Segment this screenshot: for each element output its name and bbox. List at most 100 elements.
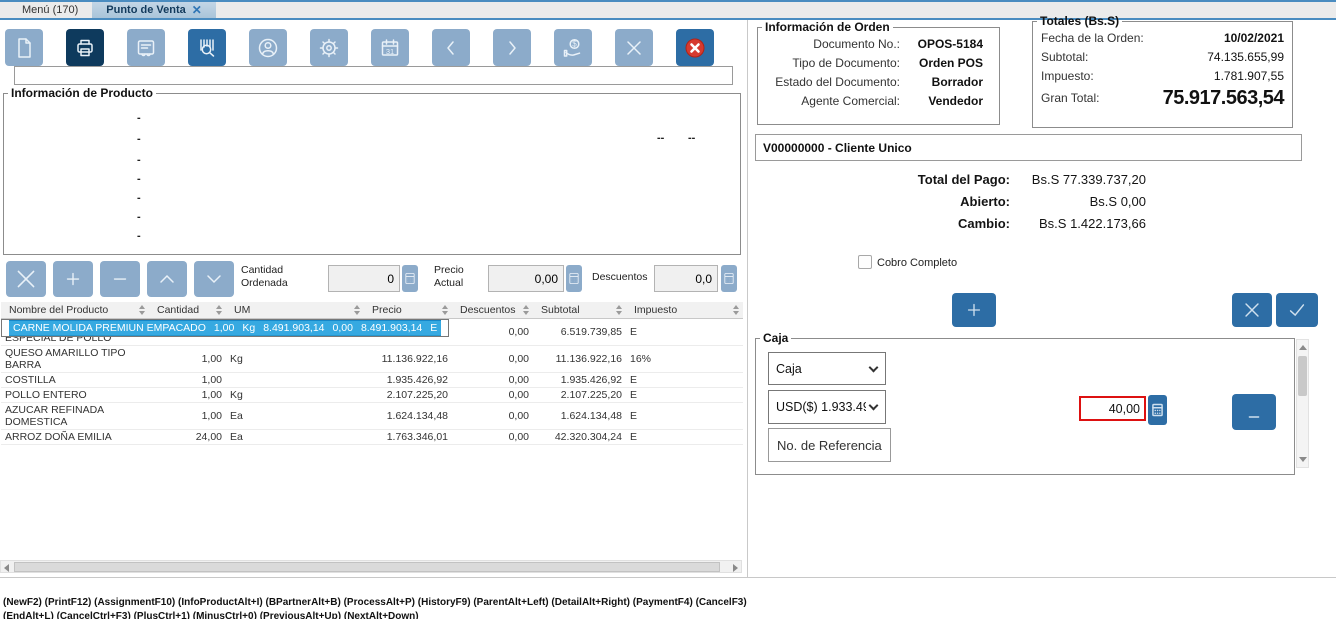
barcode-search-button[interactable] <box>188 29 226 66</box>
header-subtotal[interactable]: Subtotal <box>533 302 626 319</box>
calendar-button[interactable]: 31 <box>371 29 409 66</box>
move-up-button[interactable] <box>147 261 187 297</box>
payments-vertical-scrollbar[interactable] <box>1296 339 1309 468</box>
business-partner-icon <box>258 38 278 57</box>
chevron-up-icon <box>160 274 174 283</box>
qty-calculator-button[interactable] <box>402 265 418 292</box>
confirm-payment-button[interactable] <box>1276 293 1318 327</box>
statusbar-divider <box>0 577 1336 578</box>
cancel-button[interactable] <box>615 29 653 66</box>
totals-legend: Totales (Bs.S) <box>1040 14 1120 28</box>
payment-change-value: Bs.S 1.422.173,66 <box>1039 216 1146 231</box>
current-price-input[interactable] <box>488 265 564 292</box>
customer-input[interactable] <box>755 134 1302 161</box>
svg-text:$: $ <box>572 39 577 48</box>
scroll-left-arrow-icon[interactable] <box>4 564 9 572</box>
caja-legend: Caja <box>763 331 789 345</box>
product-search-input[interactable] <box>14 66 733 85</box>
reference-number-input[interactable] <box>768 428 891 462</box>
settings-gear-icon <box>319 38 339 57</box>
price-calculator-button[interactable] <box>566 265 582 292</box>
product-info-dash: - <box>137 133 141 145</box>
check-icon <box>1289 304 1305 317</box>
full-payment-label: Cobro Completo <box>877 257 958 269</box>
previous-button[interactable] <box>432 29 470 66</box>
product-info-dash: - <box>137 211 141 223</box>
add-payment-button[interactable] <box>952 293 996 327</box>
payment-total-label: Total del Pago: <box>917 172 1010 187</box>
doc-type-value: Orden POS <box>918 55 983 70</box>
table-row[interactable]: COSTILLA 1,00 1.935.426,92 0,00 1.935.426,9… <box>1 372 743 388</box>
delete-line-button[interactable] <box>6 261 46 297</box>
barcode-search-icon <box>200 38 215 57</box>
payment-amount-input[interactable] <box>1079 396 1146 421</box>
current-price-label: Precio Actual <box>434 264 464 289</box>
scroll-down-arrow-icon[interactable] <box>1299 457 1307 462</box>
next-button[interactable] <box>493 29 531 66</box>
tax-value: 1.781.907,55 <box>1213 68 1284 83</box>
grand-total-label: Gran Total: <box>1041 91 1100 105</box>
subtotal-value: 74.135.655,99 <box>1207 49 1284 64</box>
calculator-icon <box>724 273 734 284</box>
tab-menu[interactable]: Menú (170) <box>8 2 92 18</box>
table-horizontal-scrollbar[interactable] <box>0 560 742 573</box>
order-lines-table: Nombre del Producto Cantidad UM Precio D… <box>1 302 743 445</box>
table-row[interactable]: POLLO ENTERO 1,00 Kg 2.107.225,20 0,00 2.107… <box>1 387 743 403</box>
calculator-icon <box>1152 403 1163 417</box>
increase-qty-button[interactable] <box>53 261 93 297</box>
header-discount[interactable]: Descuentos <box>452 302 533 319</box>
header-tax[interactable]: Impuesto <box>626 302 743 319</box>
exit-button[interactable] <box>676 29 714 66</box>
header-quantity[interactable]: Cantidad <box>149 302 226 319</box>
cancel-payment-button[interactable] <box>1232 293 1272 327</box>
chevron-down-icon <box>868 362 879 372</box>
calendar-day-label: 31 <box>385 46 395 56</box>
header-price[interactable]: Precio <box>364 302 452 319</box>
business-partner-button[interactable] <box>249 29 287 66</box>
full-payment-checkbox[interactable] <box>858 255 872 269</box>
settings-button[interactable] <box>310 29 348 66</box>
move-down-button[interactable] <box>194 261 234 297</box>
scroll-up-arrow-icon[interactable] <box>1299 345 1307 350</box>
header-uom[interactable]: UM <box>226 302 364 319</box>
discount-calculator-button[interactable] <box>721 265 737 292</box>
grand-total-value: 75.917.563,54 <box>1162 86 1285 109</box>
chevron-right-icon <box>509 40 516 55</box>
table-row[interactable]: AZUCAR REFINADA DOMESTICA 1,00 Ea 1.624.13… <box>1 402 743 430</box>
product-info-dash: - <box>137 230 141 242</box>
print-button[interactable] <box>66 29 104 66</box>
scrollbar-thumb[interactable] <box>1298 356 1307 396</box>
table-row[interactable]: QUESO AMARILLO TIPO BARRA 1,00 Kg 11.136.9… <box>1 345 743 373</box>
minus-icon <box>113 278 127 280</box>
table-row-selected[interactable]: CARNE MOLIDA PREMIUN EMPACADO 1,00 Kg 8.49… <box>1 318 450 337</box>
statusbar-shortcuts-line2: (EndAlt+L) (CancelCtrl+F3) (PlusCtrl+1) … <box>3 611 419 619</box>
tab-punto-de-venta[interactable]: Punto de Venta ✕ <box>92 2 216 18</box>
product-info-dash: - <box>137 173 141 185</box>
print-icon <box>77 39 93 56</box>
scrollbar-thumb[interactable] <box>14 562 720 572</box>
scroll-right-arrow-icon[interactable] <box>733 564 738 572</box>
doc-status-value: Borrador <box>931 74 983 89</box>
tab-pos-label: Punto de Venta <box>106 4 186 16</box>
document-receipt-button[interactable] <box>127 29 165 66</box>
qty-ordered-label: Cantidad Ordenada <box>241 264 288 289</box>
plus-icon <box>66 272 80 286</box>
discount-input[interactable] <box>654 265 718 292</box>
qty-ordered-input[interactable] <box>328 265 400 292</box>
payment-change-label: Cambio: <box>958 216 1010 231</box>
tender-type-value: Caja <box>776 361 802 376</box>
tab-close-icon[interactable]: ✕ <box>192 4 202 16</box>
remove-payment-button[interactable] <box>1232 394 1276 430</box>
product-info-dash-right: -- <box>688 132 696 144</box>
sort-icon <box>523 304 529 315</box>
amount-calculator-button[interactable] <box>1148 395 1167 425</box>
payment-button[interactable]: $ <box>554 29 592 66</box>
currency-select[interactable]: USD($) 1.933.493 <box>768 390 886 424</box>
cancel-x-icon <box>627 40 641 55</box>
new-document-button[interactable] <box>5 29 43 66</box>
tender-type-select[interactable]: Caja <box>768 352 886 385</box>
header-product-name[interactable]: Nombre del Producto <box>1 302 149 319</box>
table-row[interactable]: ARROZ DOÑA EMILIA 24,00 Ea 1.763.346,01 0,0… <box>1 429 743 445</box>
delete-x-icon <box>17 270 35 288</box>
decrease-qty-button[interactable] <box>100 261 140 297</box>
